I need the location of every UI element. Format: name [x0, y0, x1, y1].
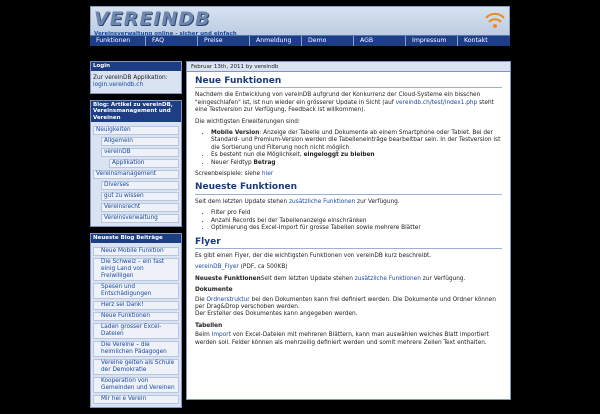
paragraph: Neueste FunktionenSeit dem letzten Updat… [195, 276, 502, 283]
paragraph: Die wichtigsten Erweiterungen sind: [195, 118, 300, 125]
feature-list: Mobile Version: Anzeige der Tabelle und … [211, 130, 502, 167]
additional-functions-link[interactable]: zusätzliche Funktionen [289, 199, 355, 205]
recent-post[interactable]: Vereine gelten als Schule der Demokratie [93, 358, 179, 375]
paragraph: Beim Import von Excel-Dateien mit mehrer… [195, 332, 502, 347]
screenshots-link[interactable]: hier [262, 171, 273, 177]
text: Der Ersteller des Dokumentes kann angege… [195, 311, 358, 318]
nav-impressum[interactable]: Impressum [406, 36, 458, 46]
recent-posts-box: Neueste Blog Beiträge Neue Mobile Funkti… [90, 233, 182, 408]
category-list: Neuigkeiten Allgemein vereinDB Applikati… [91, 122, 181, 226]
feature-list: Filter pro Feld Anzahl Records bei der T… [211, 210, 502, 232]
list-item: Es besteht nun die Möglichkeit, eingelog… [211, 152, 502, 159]
text: zur Verfügung. [420, 275, 466, 282]
recent-post[interactable]: Herz sei Dank! [93, 300, 179, 310]
folder-structure-link[interactable]: Ordnerstruktur [206, 297, 249, 303]
recent-posts-list: Neue Mobile Funktion Die Schweiz – ein f… [91, 243, 181, 407]
main-content: Februar 13th, 2011 by vereindb Neue Funk… [186, 61, 511, 400]
login-box: Login Zur vereinDB Applikation: login.ve… [90, 61, 182, 94]
paragraph: Es gibt einen Flyer, der die wichtigsten… [195, 252, 432, 259]
recent-post[interactable]: Laden grosser Excel-Dateien [93, 322, 179, 339]
paragraph: Die Ordnerstruktur bei den Dokumenten ka… [195, 297, 502, 319]
text: (PDF, ca 500KB) [238, 264, 288, 271]
recent-post[interactable]: Neue Mobile Funktion [93, 246, 179, 256]
section-title-neueste-funktionen: Neueste Funktionen [195, 183, 502, 195]
post-body: Neue Funktionen Nachdem die Entwicklung … [187, 76, 510, 347]
post-meta: Februar 13th, 2011 by vereindb [187, 62, 510, 72]
login-link[interactable]: login.vereindb.ch [93, 82, 179, 89]
category-vereinsrecht[interactable]: Vereinsrecht [101, 203, 179, 212]
nav-kontakt[interactable]: Kontakt [458, 36, 510, 46]
additional-functions-link[interactable]: zusätzliche Funktionen [355, 276, 421, 282]
recent-post[interactable]: Die Vereine – die heimlichen Pädagogen [93, 340, 179, 357]
text: von Excel-Dateien mit mehreren Blättern,… [195, 332, 489, 346]
login-box-text: Zur vereinDB Applikation: [93, 74, 168, 81]
text: Es besteht nun die Möglichkeit, [211, 152, 304, 159]
text: Beim [195, 332, 212, 339]
nav-agb[interactable]: AGB [354, 36, 406, 46]
text: Screenbeispiele: siehe [195, 171, 262, 178]
text: Seit dem letzten Update stehen [195, 198, 290, 205]
recent-post[interactable]: Kooperation von Gemeinden und Vereinen [93, 376, 179, 393]
nav-funktionen[interactable]: Funktionen [90, 36, 146, 46]
flyer-link[interactable]: vereinDB_Flyer [195, 264, 239, 270]
category-diverses[interactable]: Diverses [101, 181, 179, 190]
paragraph: Screenbeispiele: siehe hier [195, 171, 502, 178]
paragraph: vereinDB_Flyer (PDF, ca 500KB) [195, 264, 502, 271]
rss-icon[interactable] [485, 11, 505, 29]
sidebar: Login Zur vereinDB Applikation: login.ve… [90, 61, 182, 414]
subheading-dokumente: Dokumente [195, 287, 233, 294]
nav-demo[interactable]: Demo [302, 36, 354, 46]
list-item: Neuer Feldtyp Betrag [211, 160, 502, 167]
text: Seit dem letzten Update stehen [260, 275, 355, 282]
blog-categories-box: Blog: Artikel zu vereinDB, Vereinsmanage… [90, 99, 182, 227]
main-nav: Funktionen FAQ Preise Anmeldung Demo AGB… [90, 35, 510, 46]
test-version-link[interactable]: vereindb.ch/test/index1.php [396, 100, 478, 106]
category-applikation[interactable]: Applikation [109, 159, 179, 168]
section-title-flyer: Flyer [195, 237, 502, 249]
nav-preise[interactable]: Preise [198, 36, 250, 46]
blog-box-title: Blog: Artikel zu vereinDB, Vereinsmanage… [91, 100, 181, 122]
category-vereindb[interactable]: vereinDB [101, 148, 179, 157]
text: Betrag [253, 159, 276, 166]
paragraph: Seit dem letzten Update stehen zusätzlic… [195, 199, 502, 206]
recent-post[interactable]: Spesen und Entschädigungen [93, 282, 179, 299]
category-neuigkeiten[interactable]: Neuigkeiten [93, 126, 179, 135]
text: zur Verfügung. [355, 198, 400, 205]
recent-post[interactable]: Die Schweiz – ein fast einig Land von Fr… [93, 257, 179, 281]
recent-box-title: Neueste Blog Beiträge [91, 234, 181, 243]
category-allgemein[interactable]: Allgemein [101, 137, 179, 146]
nav-anmeldung[interactable]: Anmeldung [250, 36, 302, 46]
list-item: Optimierung des Excel-Import für grosse … [211, 225, 502, 232]
category-gut-zu-wissen[interactable]: gut zu wissen [101, 192, 179, 201]
text: Mobile Version [211, 130, 260, 137]
text: Neuer Feldtyp [211, 159, 254, 166]
paragraph: Nachdem die Entwicklung von vereinDB auf… [195, 92, 502, 114]
recent-post[interactable]: Neue Funktionen [93, 311, 179, 321]
login-box-title: Login [91, 62, 181, 71]
text: Die [195, 296, 207, 303]
text: Neueste Funktionen [195, 275, 261, 282]
list-item: Mobile Version: Anzeige der Tabelle und … [211, 130, 502, 152]
recent-post[interactable]: Mir hei e Verein [93, 394, 179, 404]
list-item: Anzahl Records bei der Tabellenanzeige e… [211, 218, 502, 225]
nav-faq[interactable]: FAQ [146, 36, 198, 46]
site-logo[interactable]: VEREINDB [94, 8, 211, 30]
category-vereinsverwaltung[interactable]: Vereinsverwaltung [101, 214, 179, 223]
category-vereinsmanagement[interactable]: Vereinsmanagement [93, 170, 179, 179]
import-link[interactable]: Import [212, 332, 231, 338]
section-title-neue-funktionen: Neue Funktionen [195, 76, 502, 89]
subheading-tabellen: Tabellen [195, 322, 223, 329]
list-item: Filter pro Feld [211, 210, 502, 217]
text: eingeloggt zu bleiben [303, 152, 375, 159]
